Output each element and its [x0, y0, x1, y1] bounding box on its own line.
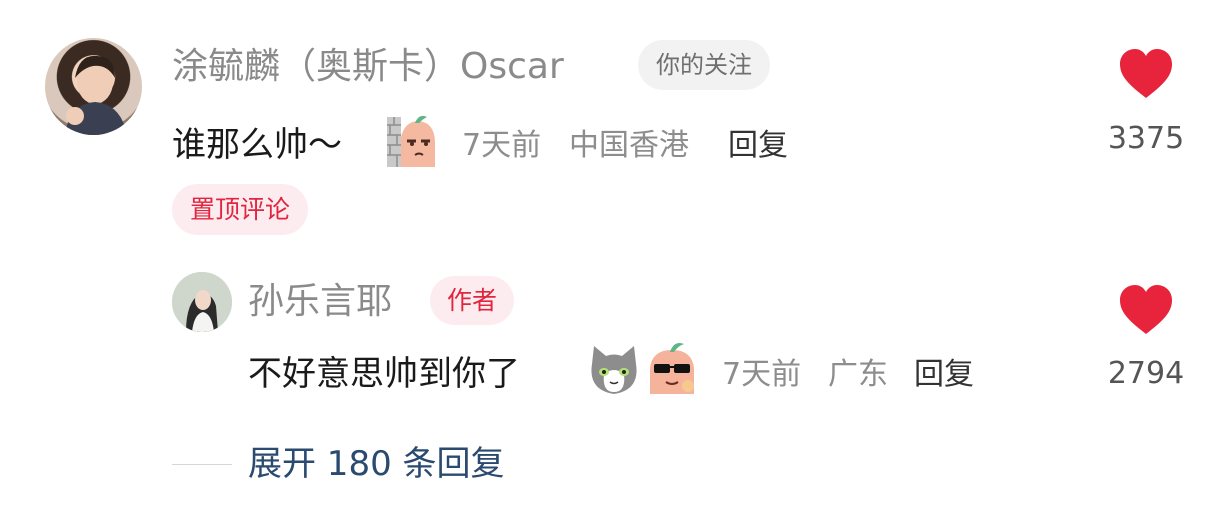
comment-text: 谁那么帅～ — [172, 125, 342, 165]
commenter-avatar[interactable] — [45, 38, 142, 135]
peek-emoji-icon — [385, 113, 441, 169]
reply-location: 广东 — [828, 357, 888, 392]
comment-like-count: 3375 — [1107, 121, 1185, 156]
reply-like-button[interactable] — [1118, 284, 1174, 336]
follow-tag: 你的关注 — [638, 40, 770, 90]
avatar-portrait-icon — [172, 272, 232, 332]
cool-sunglasses-emoji-icon — [644, 340, 700, 396]
comment-location: 中国香港 — [569, 128, 689, 163]
pinned-comment-tag: 置顶评论 — [172, 184, 309, 235]
comment-time: 7天前 — [462, 128, 542, 163]
reply-text: 不好意思帅到你了 — [248, 354, 520, 394]
expand-replies-link[interactable]: 展开 180 条回复 — [248, 447, 505, 481]
comment-like-button[interactable] — [1118, 48, 1174, 100]
reply-like-count: 2794 — [1107, 356, 1185, 391]
author-tag: 作者 — [430, 276, 515, 325]
expand-divider — [172, 464, 232, 465]
cat-emoji-icon — [586, 344, 642, 396]
reply-reply-button[interactable]: 回复 — [914, 360, 974, 390]
comment-reply-button[interactable]: 回复 — [728, 131, 788, 161]
heart-icon — [1120, 285, 1172, 334]
heart-icon — [1120, 49, 1172, 98]
reply-author-avatar[interactable] — [172, 272, 232, 332]
commenter-name[interactable]: 涂毓麟（奥斯卡）Oscar — [172, 49, 564, 85]
avatar-portrait-icon — [65, 55, 127, 135]
reply-author-name[interactable]: 孙乐言耶 — [248, 284, 392, 320]
reply-time: 7天前 — [722, 357, 802, 392]
